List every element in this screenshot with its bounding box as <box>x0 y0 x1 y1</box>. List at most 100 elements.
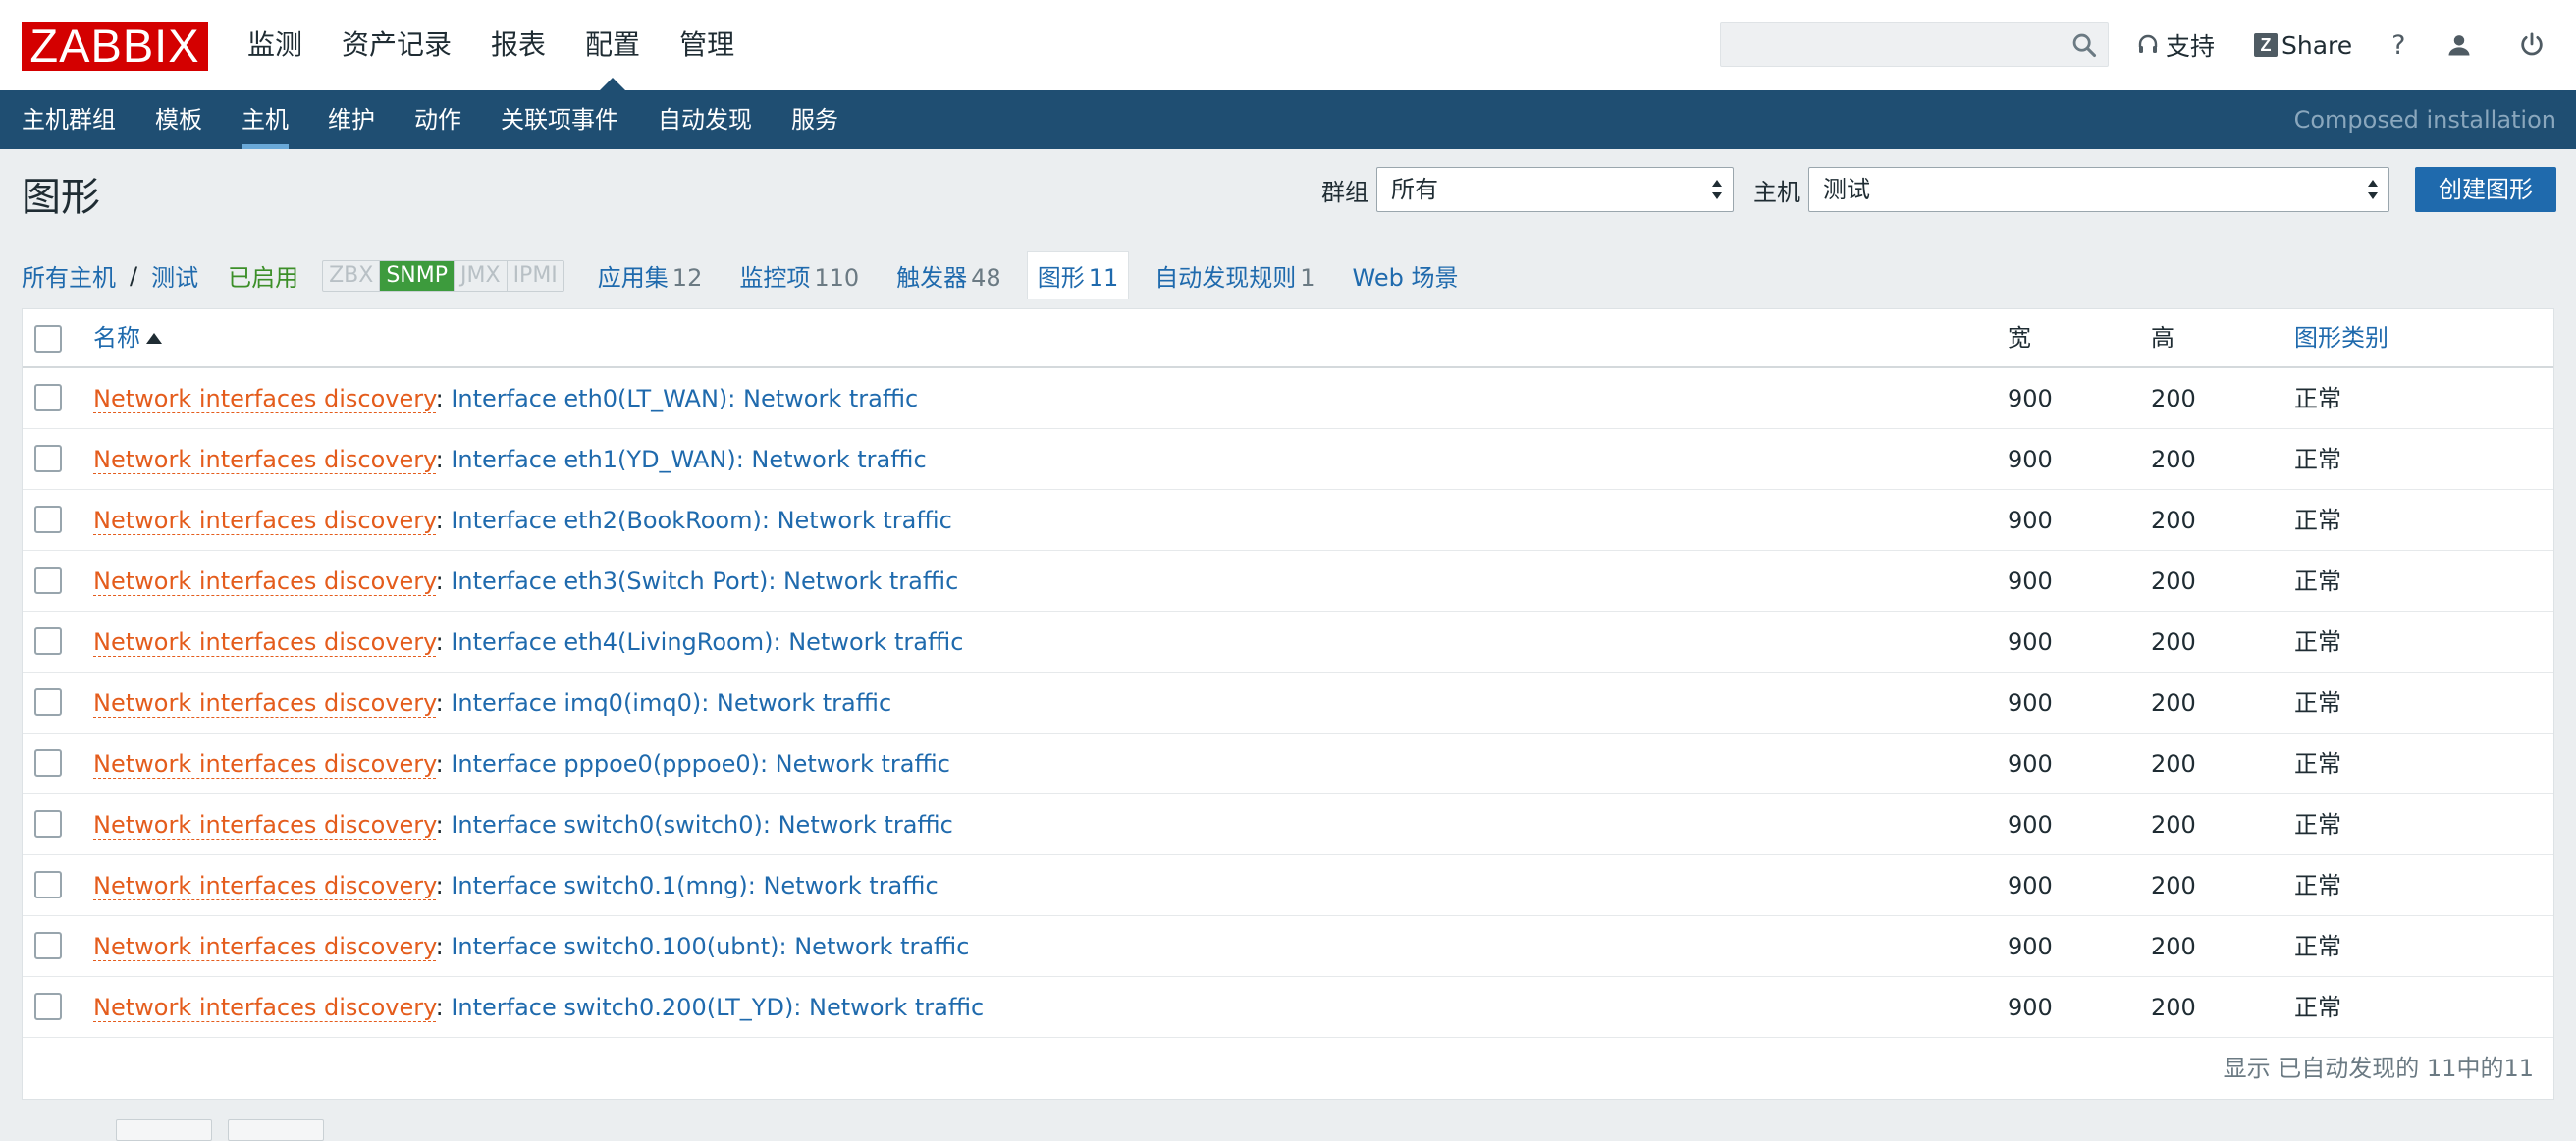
breadcrumb-all-hosts[interactable]: 所有主机 <box>22 258 116 293</box>
graph-width: 900 <box>2008 811 2053 839</box>
graph-name-link[interactable]: Interface eth1(YD_WAN): Network traffic <box>451 446 926 473</box>
graph-width: 900 <box>2008 446 2053 473</box>
graph-type: 正常 <box>2294 568 2341 595</box>
help-link[interactable]: ? <box>2391 30 2405 61</box>
name-separator: : <box>435 994 452 1021</box>
row-checkbox[interactable] <box>34 749 62 777</box>
host-tab-label: 图形 <box>1037 264 1085 292</box>
search-input[interactable] <box>1721 23 2078 66</box>
graph-name-link[interactable]: Interface eth4(LivingRoom): Network traf… <box>451 628 963 656</box>
host-status-enabled[interactable]: 已启用 <box>228 258 298 293</box>
graph-width: 900 <box>2008 385 2053 412</box>
headset-icon <box>2138 34 2158 53</box>
discovery-rule-link[interactable]: Network interfaces discovery <box>93 385 436 413</box>
share-link[interactable]: Z Share <box>2254 31 2352 60</box>
host-tab[interactable]: 自动发现规则 1 <box>1154 258 1315 293</box>
sub-menu-item[interactable]: 自动发现 <box>638 90 772 149</box>
zabbix-logo[interactable]: ZABBIX <box>22 22 208 71</box>
graph-name-link[interactable]: Interface eth3(Switch Port): Network tra… <box>451 568 958 595</box>
graph-height: 200 <box>2151 628 2196 656</box>
discovery-rule-link[interactable]: Network interfaces discovery <box>93 628 436 657</box>
host-tab-count: 11 <box>1088 264 1119 292</box>
row-checkbox[interactable] <box>34 871 62 898</box>
sub-menu-item[interactable]: 维护 <box>308 90 395 149</box>
graph-height: 200 <box>2151 750 2196 778</box>
create-graph-button[interactable]: 创建图形 <box>2415 167 2556 212</box>
select-all-checkbox[interactable] <box>34 325 62 353</box>
host-tab[interactable]: 触发器 48 <box>896 258 1001 293</box>
discovery-rule-link[interactable]: Network interfaces discovery <box>93 872 436 900</box>
group-filter: 群组 所有 <box>1321 167 1734 212</box>
sub-menu-item[interactable]: 关联项事件 <box>481 90 638 149</box>
graph-height: 200 <box>2151 507 2196 534</box>
main-menu-item[interactable]: 报表 <box>471 0 565 90</box>
host-tab-count: 1 <box>1300 264 1315 292</box>
discovery-rule-link[interactable]: Network interfaces discovery <box>93 750 436 779</box>
graph-name-link[interactable]: Interface switch0.100(ubnt): Network tra… <box>451 933 969 960</box>
profile-link[interactable] <box>2445 31 2479 59</box>
host-select[interactable]: 测试 <box>1808 167 2389 212</box>
group-select[interactable]: 所有 <box>1376 167 1734 212</box>
host-label: 主机 <box>1753 178 1800 206</box>
discovery-rule-link[interactable]: Network interfaces discovery <box>93 568 436 596</box>
main-menu-item[interactable]: 资产记录 <box>322 0 471 90</box>
column-width: 宽 <box>2008 324 2031 352</box>
host-tab[interactable]: 应用集 12 <box>598 258 703 293</box>
power-icon <box>2520 32 2543 56</box>
host-tabs: 应用集 12 监控项 110 触发器 48 图形 11 自动发现规则 1 Web 场景 <box>598 251 1496 299</box>
main-menu-item[interactable]: 配置 <box>565 0 660 91</box>
row-checkbox[interactable] <box>34 688 62 716</box>
graph-name-link[interactable]: Interface eth0(LT_WAN): Network traffic <box>451 385 918 412</box>
table-row: Network interfaces discovery: Interface … <box>23 551 2553 612</box>
sub-menu-item[interactable]: 服务 <box>772 90 858 149</box>
breadcrumb-host[interactable]: 测试 <box>151 258 198 293</box>
host-select-value: 测试 <box>1823 176 1870 203</box>
discovery-rule-link[interactable]: Network interfaces discovery <box>93 994 436 1022</box>
host-tab-label: Web 场景 <box>1352 264 1459 292</box>
mass-action-button[interactable] <box>116 1119 212 1141</box>
column-name-sort[interactable]: 名称 <box>93 309 162 366</box>
host-tab[interactable]: 监控项 110 <box>739 258 859 293</box>
user-icon <box>2448 35 2470 56</box>
row-checkbox[interactable] <box>34 932 62 959</box>
share-label: Share <box>2281 30 2353 60</box>
discovery-rule-link[interactable]: Network interfaces discovery <box>93 689 436 718</box>
main-menu-item[interactable]: 管理 <box>660 0 754 90</box>
main-menu-item[interactable]: 监测 <box>228 0 322 90</box>
host-tab[interactable]: Web 场景 <box>1353 258 1459 293</box>
name-separator: : <box>435 628 452 656</box>
mass-action-button[interactable] <box>228 1119 324 1141</box>
row-checkbox[interactable] <box>34 810 62 838</box>
search-icon[interactable] <box>2070 31 2098 59</box>
graph-name-link[interactable]: Interface switch0.200(LT_YD): Network tr… <box>451 994 984 1021</box>
graph-name-link[interactable]: Interface switch0.1(mng): Network traffi… <box>451 872 938 899</box>
logout-link[interactable] <box>2518 31 2551 59</box>
graphs-table: 名称 宽 高 图形类别 Network interfaces discovery… <box>22 308 2554 1100</box>
row-checkbox[interactable] <box>34 627 62 655</box>
sub-menu-item[interactable]: 动作 <box>395 90 481 149</box>
row-checkbox[interactable] <box>34 384 62 411</box>
support-label: 支持 <box>2166 32 2216 61</box>
discovery-rule-link[interactable]: Network interfaces discovery <box>93 446 436 474</box>
graph-name-link[interactable]: Interface eth2(BookRoom): Network traffi… <box>451 507 951 534</box>
sub-menu-item[interactable]: 主机 <box>222 90 308 149</box>
sub-menu: 主机群组 模板 主机 维护 动作 关联项事件 自动发现 服务 <box>0 90 2576 149</box>
column-graph-type[interactable]: 图形类别 <box>2294 309 2388 366</box>
graph-name-link[interactable]: Interface pppoe0(pppoe0): Network traffi… <box>451 750 950 778</box>
row-checkbox[interactable] <box>34 506 62 533</box>
name-separator: : <box>435 507 452 534</box>
sub-menu-item[interactable]: 模板 <box>135 90 222 149</box>
discovery-rule-link[interactable]: Network interfaces discovery <box>93 811 436 840</box>
graph-type: 正常 <box>2294 689 2341 717</box>
row-checkbox[interactable] <box>34 445 62 472</box>
graph-name-link[interactable]: Interface imq0(imq0): Network traffic <box>451 689 891 717</box>
discovery-rule-link[interactable]: Network interfaces discovery <box>93 933 436 961</box>
graph-name-cell: Network interfaces discovery: Interface … <box>93 794 953 855</box>
support-link[interactable]: 支持 <box>2136 27 2215 63</box>
host-tab[interactable]: 图形 11 <box>1026 251 1130 299</box>
discovery-rule-link[interactable]: Network interfaces discovery <box>93 507 436 535</box>
row-checkbox[interactable] <box>34 993 62 1020</box>
row-checkbox[interactable] <box>34 567 62 594</box>
graph-name-link[interactable]: Interface switch0(switch0): Network traf… <box>451 811 953 839</box>
sub-menu-item[interactable]: 主机群组 <box>2 90 135 149</box>
